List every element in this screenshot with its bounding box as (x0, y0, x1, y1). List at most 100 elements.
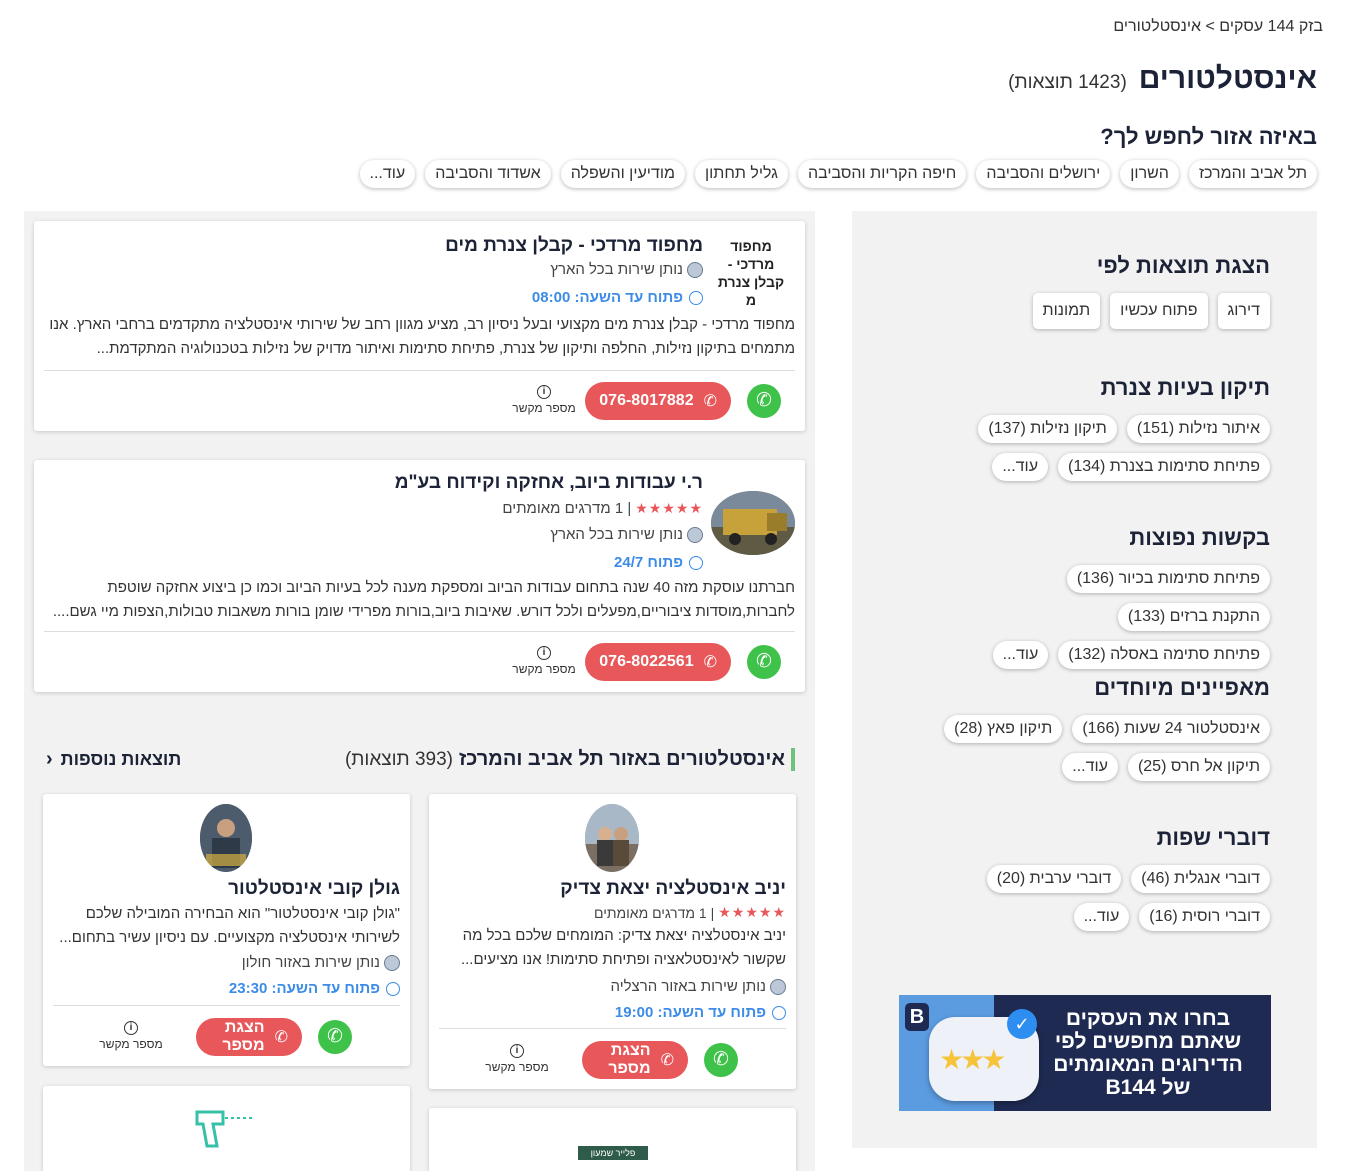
area-chip[interactable]: השרון (1120, 160, 1179, 188)
filter-chip[interactable]: פתיחת סתימות בכיור (136) (1066, 565, 1270, 593)
breadcrumb[interactable]: בזק 144 עסקים > אינסטלטורים (1113, 18, 1323, 36)
area-chip[interactable]: תל אביב והמרכז (1188, 160, 1317, 188)
filter-chip[interactable]: פתיחת סתימות בצנרת (134) (1058, 453, 1270, 481)
business-card[interactable]: יניב אינסטלציה יצאת צדיק ★★★★★ | 1 מדרגי… (429, 794, 796, 1089)
area-chip[interactable]: ירושלים והסביבה (976, 160, 1111, 188)
results-column: מחפוד מרדכי - קבלן צנרת מ מחפוד מרדכי - … (24, 211, 815, 1171)
business-card[interactable]: גולן קובי אינסטלטור "גולן קובי אינסטלטור… (43, 794, 410, 1066)
sort-rating-button[interactable]: דירוג (1217, 293, 1270, 329)
region-count: (393 תוצאות) (344, 749, 453, 770)
business-photo (711, 491, 795, 555)
business-title[interactable]: ר.י עבודות ביוב, אחזקה וקידוח בע"מ (395, 472, 703, 494)
region-title[interactable]: אינסטלטורים באזור תל אביב והמרכז (393 תו… (345, 748, 795, 771)
contact-label: מספר מקשר (512, 662, 576, 676)
star-rating-icon: ★★★★★ (718, 904, 786, 920)
filter-more-chip[interactable]: עוד... (1062, 753, 1118, 781)
truck-photo-art (711, 491, 795, 555)
phone-number: 076-8022561 (599, 653, 694, 670)
whatsapp-icon[interactable]: ✆ (318, 1020, 352, 1054)
info-icon: i (537, 385, 551, 399)
page-header: אינסטלטורים (1423 תוצאות) (1008, 62, 1317, 96)
business-title[interactable]: יניב אינסטלציה יצאת צדיק (560, 878, 786, 900)
filter-chip[interactable]: התקנת ברזים (133) (1117, 603, 1270, 631)
filter-chips: אינסטלטור 24 שעות (166) תיקון פאץ (28) ת… (910, 715, 1270, 781)
sort-photos-button[interactable]: תמונות (1032, 293, 1101, 329)
filter-chip[interactable]: תיקון פאץ (28) (944, 715, 1063, 743)
area-chip[interactable]: אשדוד והסביבה (425, 160, 551, 188)
area-chip[interactable]: חיפה הקריות והסביבה (797, 160, 967, 188)
call-button[interactable]: ✆ 076-8022561 (585, 643, 731, 681)
open-hours: פתוח עד השעה: 23:30 (229, 980, 400, 997)
area-chip[interactable]: מודיעין והשפלה (560, 160, 685, 188)
b144-logo: B (905, 1003, 929, 1031)
service-area: נותן שירות באזור הרצליה (610, 978, 786, 995)
business-card[interactable]: ר.י עבודות ביוב, אחזקה וקידוח בע"מ ★★★★★… (34, 460, 805, 692)
show-number-button[interactable]: ✆ הצגת מספר (582, 1041, 688, 1079)
show-number-label: הצגת מספר (608, 1042, 651, 1077)
contact-number-info[interactable]: i מספר מקשר (96, 1021, 166, 1051)
drill-icon (195, 1110, 255, 1148)
filter-section-languages: דוברי שפות דוברי אנגלית (46) דוברי ערבית… (890, 825, 1270, 931)
sort-title: הצגת תוצאות לפי (1096, 253, 1270, 278)
business-logo: פלייר שמעון (578, 1146, 648, 1160)
filter-chip[interactable]: פתיחת סתימה באסלה (132) (1058, 641, 1270, 669)
phone-icon: ✆ (703, 654, 717, 671)
call-button[interactable]: ✆ 076-8017882 (585, 382, 731, 420)
whatsapp-icon[interactable]: ✆ (704, 1043, 738, 1077)
filter-more-chip[interactable]: עוד... (1073, 903, 1130, 931)
business-card[interactable]: מחפוד מרדכי - קבלן צנרת מ מחפוד מרדכי - … (34, 221, 805, 431)
contact-number-info[interactable]: i מספר מקשר (509, 646, 579, 676)
filter-chip[interactable]: דוברי ערבית (20) (986, 865, 1122, 893)
filter-chips: דוברי אנגלית (46) דוברי ערבית (20) דוברי… (910, 865, 1270, 931)
filter-chip[interactable]: דוברי רוסית (16) (1139, 903, 1270, 931)
filter-chip[interactable]: תיקון אל חרס (25) (1127, 753, 1270, 781)
business-logo: מחפוד מרדכי - קבלן צנרת מ (717, 238, 785, 308)
card-divider (439, 1028, 786, 1029)
business-card[interactable]: פלייר שמעון (429, 1108, 796, 1171)
service-area: נותן שירות בכל הארץ (550, 261, 703, 278)
b144-ratings-banner[interactable]: B ★★★ ✓ בחרו את העסקים שאתם מחפשים לפי ה… (899, 995, 1271, 1111)
business-description: יניב אינסטלציה יצאת צדיק: המומחים שלכם ב… (460, 927, 786, 968)
sort-section: הצגת תוצאות לפי דירוג פתוח עכשיו תמונות (890, 253, 1270, 329)
info-icon: i (510, 1044, 524, 1058)
business-title[interactable]: גולן קובי אינסטלטור (228, 878, 400, 900)
filter-chip[interactable]: איתור נזילות (151) (1126, 415, 1270, 443)
filter-chip[interactable]: אינסטלטור 24 שעות (166) (1072, 715, 1270, 743)
filter-chip[interactable]: תיקון נזילות (137) (978, 415, 1117, 443)
stars-icon: ★★★ (939, 1044, 1006, 1075)
contact-number-info[interactable]: i מספר מקשר (482, 1044, 552, 1074)
sort-open-now-button[interactable]: פתוח עכשיו (1110, 293, 1208, 329)
business-card[interactable] (43, 1086, 410, 1171)
show-number-button[interactable]: ✆ הצגת מספר (196, 1018, 302, 1056)
filter-chip[interactable]: דוברי אנגלית (46) (1131, 865, 1270, 893)
contact-label: מספר מקשר (485, 1060, 549, 1074)
filter-more-chip[interactable]: עוד... (992, 453, 1048, 481)
filter-section-special: מאפיינים מיוחדים אינסטלטור 24 שעות (166)… (890, 675, 1270, 781)
service-area-text: נותן שירות בכל הארץ (550, 526, 683, 543)
card-divider (44, 631, 795, 632)
open-hours: פתוח 24/7 (614, 554, 703, 571)
area-more-chip[interactable]: עוד... (359, 160, 416, 188)
banner-text: בחרו את העסקים שאתם מחפשים לפי הדירוגים … (1053, 1007, 1243, 1099)
whatsapp-icon[interactable]: ✆ (747, 384, 781, 418)
area-chip[interactable]: גליל תחתון (694, 160, 788, 188)
rating-text: | 1 מדרגים מאומתים (502, 500, 632, 517)
clock-icon (772, 1005, 786, 1020)
whatsapp-icon[interactable]: ✆ (747, 645, 781, 679)
service-area-text: נותן שירות באזור חולון (241, 954, 380, 971)
more-results-link[interactable]: תוצאות נוספות ‹ (46, 748, 181, 771)
clock-icon (689, 555, 703, 570)
business-photo (585, 804, 639, 872)
clock-icon (689, 290, 703, 305)
rating-row: ★★★★★ | 1 מדרגים מאומתים (502, 500, 703, 517)
area-chips: תל אביב והמרכז השרון ירושלים והסביבה חיפ… (359, 160, 1317, 188)
service-van-icon (384, 954, 400, 971)
sort-chips: דירוג פתוח עכשיו תמונות (910, 293, 1270, 329)
filter-more-chip[interactable]: עוד... (992, 641, 1049, 669)
contact-label: מספר מקשר (512, 401, 576, 415)
service-area: נותן שירות בכל הארץ (550, 526, 703, 543)
filter-chips: איתור נזילות (151) תיקון נזילות (137) פת… (910, 415, 1270, 481)
business-title[interactable]: מחפוד מרדכי - קבלן צנרת מים (445, 235, 703, 257)
contact-number-info[interactable]: i מספר מקשר (509, 385, 579, 415)
business-description: מחפוד מרדכי - קבלן צנרת מים מקצועי ובעל … (49, 316, 795, 357)
